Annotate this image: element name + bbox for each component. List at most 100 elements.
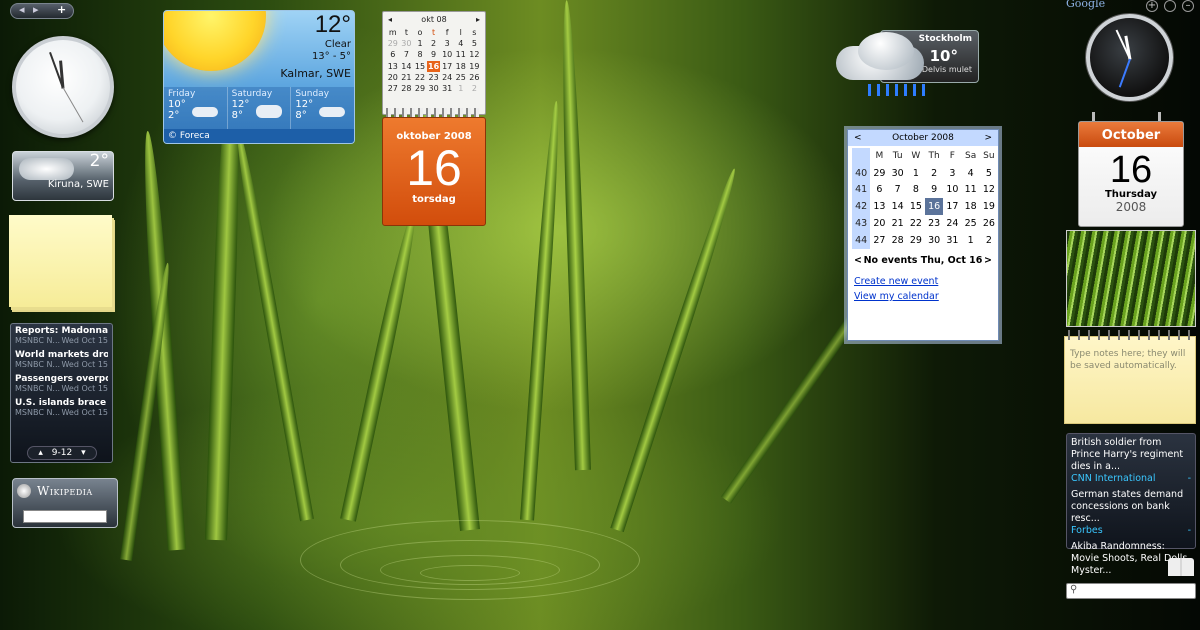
mini-cal-day[interactable]: 30 — [427, 83, 441, 94]
gcal-day[interactable]: 11 — [962, 182, 980, 199]
gcal-day[interactable]: 28 — [889, 232, 907, 249]
gcal-create-event-link[interactable]: Create new event — [854, 276, 992, 287]
mini-cal-day[interactable]: 2 — [427, 38, 441, 49]
gcal-day[interactable]: 2 — [980, 232, 998, 249]
gcal-day[interactable]: 3 — [943, 165, 961, 182]
wikipedia-search-input[interactable] — [23, 510, 107, 523]
gcal-day[interactable]: 17 — [943, 198, 961, 215]
gcal-day[interactable]: 8 — [907, 182, 925, 199]
mini-cal-day[interactable]: 26 — [468, 72, 482, 83]
mini-cal-day[interactable]: 25 — [454, 72, 468, 83]
mini-cal-day[interactable]: 29 — [413, 83, 427, 94]
mini-cal-day[interactable]: 20 — [386, 72, 400, 83]
news-next-button[interactable]: ▾ — [81, 448, 86, 458]
gcal-day[interactable]: 22 — [907, 215, 925, 232]
gcal-events-prev-button[interactable]: < — [854, 255, 862, 266]
mini-cal-day[interactable]: 24 — [440, 72, 454, 83]
gcal-day[interactable]: 31 — [943, 232, 961, 249]
news-prev-button[interactable]: ▴ — [38, 448, 43, 458]
sidebar-add-gadget-button[interactable]: + — [57, 3, 66, 16]
mini-cal-day[interactable]: 15 — [413, 61, 427, 72]
dark-analog-clock-gadget[interactable] — [1086, 14, 1173, 101]
gcal-day[interactable]: 14 — [889, 198, 907, 215]
gcal-day[interactable]: 18 — [962, 198, 980, 215]
mini-cal-day[interactable]: 7 — [400, 49, 414, 60]
right-search-input[interactable] — [1083, 585, 1193, 597]
gcal-day[interactable]: 15 — [907, 198, 925, 215]
gcal-day[interactable]: 29 — [870, 165, 888, 182]
mini-cal-day[interactable]: 13 — [386, 61, 400, 72]
mini-cal-prev-button[interactable]: ◂ — [388, 15, 392, 24]
mini-cal-day[interactable]: 18 — [454, 61, 468, 72]
gcal-day[interactable]: 12 — [980, 182, 998, 199]
gcal-day[interactable]: 13 — [870, 198, 888, 215]
mini-cal-day[interactable]: 9 — [427, 49, 441, 60]
mini-cal-day[interactable]: 1 — [413, 38, 427, 49]
gcal-day[interactable]: 1 — [962, 232, 980, 249]
weather-gadget-large[interactable]: 12° Clear 13° - 5° Kalmar, SWE Friday 10… — [163, 10, 355, 144]
gcal-day[interactable]: 16 — [925, 198, 944, 216]
sidebar-prev-button[interactable]: ◂ — [19, 3, 25, 16]
mini-cal-day[interactable]: 1 — [454, 83, 468, 94]
mini-cal-day[interactable]: 2 — [468, 83, 482, 94]
open-book-icon[interactable] — [1168, 558, 1194, 576]
mini-cal-day[interactable]: 6 — [386, 49, 400, 60]
gcal-day[interactable]: 5 — [980, 165, 998, 182]
mini-cal-day[interactable]: 5 — [468, 38, 482, 49]
mini-cal-day[interactable]: 28 — [400, 83, 414, 94]
gcal-day[interactable]: 7 — [889, 182, 907, 199]
mini-cal-day[interactable]: 21 — [400, 72, 414, 83]
sticky-note-gadget[interactable] — [9, 215, 112, 307]
gcal-next-month-button[interactable]: > — [984, 133, 992, 143]
mini-cal-day[interactable]: 8 — [413, 49, 427, 60]
analog-clock-gadget[interactable] — [12, 36, 114, 138]
gcal-day[interactable]: 26 — [980, 215, 998, 232]
mini-cal-day[interactable]: 14 — [400, 61, 414, 72]
right-search-box[interactable]: ⚲ — [1066, 583, 1196, 599]
gcal-day[interactable]: 27 — [870, 232, 888, 249]
mini-cal-day[interactable]: 30 — [400, 38, 414, 49]
gcal-day[interactable]: 21 — [889, 215, 907, 232]
gcal-day[interactable]: 6 — [870, 182, 888, 199]
gcal-day[interactable]: 30 — [889, 165, 907, 182]
gcal-day[interactable]: 4 — [962, 165, 980, 182]
gcal-day[interactable]: 23 — [925, 215, 943, 232]
mini-cal-next-button[interactable]: ▸ — [476, 15, 480, 24]
date-gadget[interactable]: oktober 2008 16 torsdag — [382, 117, 486, 226]
mini-cal-day[interactable]: 19 — [468, 61, 482, 72]
news-item[interactable]: Passengers overpow... MSNBC N...Wed Oct … — [11, 372, 112, 396]
gcal-day[interactable]: 24 — [943, 215, 961, 232]
right-date-gadget[interactable]: October 16 Thursday 2008 — [1078, 121, 1184, 227]
gcal-day[interactable]: 25 — [962, 215, 980, 232]
gcal-day[interactable]: 1 — [907, 165, 925, 182]
right-sidebar-add-icon[interactable]: + — [1146, 0, 1158, 12]
news-item[interactable]: German states demand concessions on bank… — [1071, 489, 1191, 536]
news-item[interactable]: U.S. islands brace for... MSNBC N...Wed … — [11, 396, 112, 420]
gcal-prev-month-button[interactable]: < — [854, 133, 862, 143]
mini-cal-day[interactable]: 23 — [427, 72, 441, 83]
gcal-day[interactable]: 29 — [907, 232, 925, 249]
gcal-view-calendar-link[interactable]: View my calendar — [854, 291, 992, 302]
gcal-events-next-button[interactable]: > — [984, 255, 992, 266]
gcal-day[interactable]: 9 — [925, 182, 943, 199]
mini-cal-day[interactable]: 11 — [454, 49, 468, 60]
mini-calendar-gadget[interactable]: ◂ okt 08 ▸ mtotfls 29 30 1 2 3 4 5 6 7 8 9 10 11 12 13… — [382, 11, 486, 115]
weather-gadget-small[interactable]: 2° Kiruna, SWE — [12, 151, 114, 201]
right-sidebar-menu-icon[interactable] — [1164, 0, 1176, 12]
mini-cal-day[interactable]: 10 — [440, 49, 454, 60]
news-item[interactable]: Reports: Madonna, R... MSNBC N...Wed Oct… — [11, 324, 112, 348]
gcal-day[interactable]: 2 — [925, 165, 943, 182]
mini-cal-day[interactable]: 22 — [413, 72, 427, 83]
gcal-day[interactable]: 20 — [870, 215, 888, 232]
mini-cal-day[interactable]: 31 — [440, 83, 454, 94]
weather-credit[interactable]: © Foreca — [164, 129, 354, 143]
mini-cal-day[interactable]: 17 — [440, 61, 454, 72]
mini-cal-day[interactable]: 16 — [426, 60, 441, 72]
gcal-day[interactable]: 30 — [925, 232, 943, 249]
notes-gadget[interactable]: Type notes here; they will be saved auto… — [1064, 336, 1196, 424]
right-sidebar-minimize-icon[interactable]: – — [1182, 0, 1194, 12]
photo-slideshow-gadget[interactable] — [1066, 230, 1196, 327]
gcal-day[interactable]: 19 — [980, 198, 998, 215]
news-item[interactable]: World markets drop ... MSNBC N...Wed Oct… — [11, 348, 112, 372]
mini-cal-day[interactable]: 29 — [386, 38, 400, 49]
